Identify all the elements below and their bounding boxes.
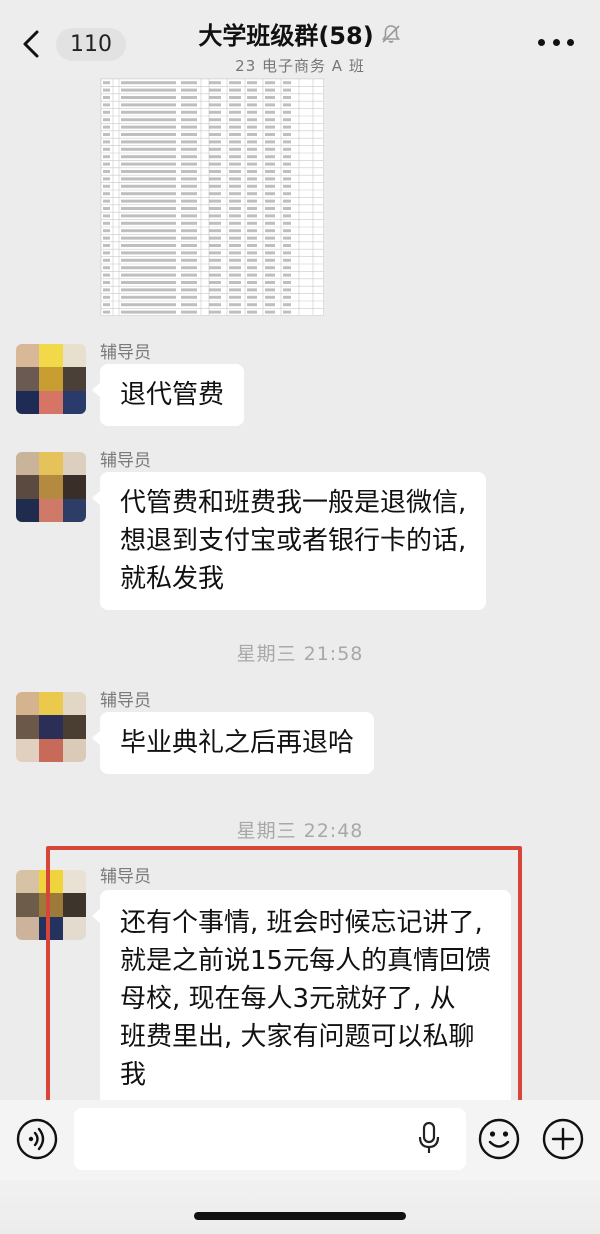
- sender-name: 辅导员: [100, 691, 151, 711]
- avatar[interactable]: [16, 344, 86, 414]
- message-bubble[interactable]: 代管费和班费我一般是退微信, 想退到支付宝或者银行卡的话, 就私发我: [91, 472, 487, 610]
- message-line: 代管费和班费我一般是退微信,: [120, 488, 467, 518]
- back-chevron-icon: [23, 30, 39, 58]
- back-button[interactable]: 110: [20, 22, 126, 66]
- message-bubble[interactable]: 毕业典礼之后再退哈: [91, 712, 375, 774]
- timestamp: 星期三 21:58: [236, 643, 364, 665]
- plus-icon[interactable]: [542, 1118, 584, 1160]
- group-title: 大学班级群(58): [198, 22, 374, 50]
- more-icon[interactable]: [538, 30, 574, 54]
- message-line: 想退到支付宝或者银行卡的话,: [120, 526, 467, 556]
- home-indicator: [194, 1212, 406, 1220]
- avatar[interactable]: [16, 452, 86, 522]
- message-input[interactable]: [74, 1108, 466, 1170]
- bottom-safe-area: [0, 1180, 600, 1234]
- voice-icon[interactable]: [16, 1118, 58, 1160]
- chat-header: 110 大学班级群(58) 23 电子商务 A 班: [0, 0, 600, 78]
- timestamp: 星期三 22:48: [236, 820, 364, 842]
- unread-count-badge: 110: [56, 27, 126, 61]
- emoji-icon[interactable]: [478, 1118, 520, 1160]
- message-line: 就私发我: [120, 564, 225, 594]
- input-bar: [0, 1100, 600, 1180]
- chat-title-area[interactable]: 大学班级群(58) 23 电子商务 A 班: [150, 16, 450, 76]
- mute-bell-icon: [381, 24, 400, 43]
- spreadsheet-preview: [101, 79, 323, 315]
- avatar[interactable]: [16, 692, 86, 762]
- spreadsheet-image[interactable]: [100, 78, 324, 316]
- mic-icon[interactable]: [416, 1120, 442, 1156]
- group-subtitle: 23 电子商务 A 班: [235, 57, 365, 75]
- sender-name: 辅导员: [100, 451, 151, 471]
- message-bubble[interactable]: 退代管费: [91, 364, 245, 426]
- sender-name: 辅导员: [100, 343, 151, 363]
